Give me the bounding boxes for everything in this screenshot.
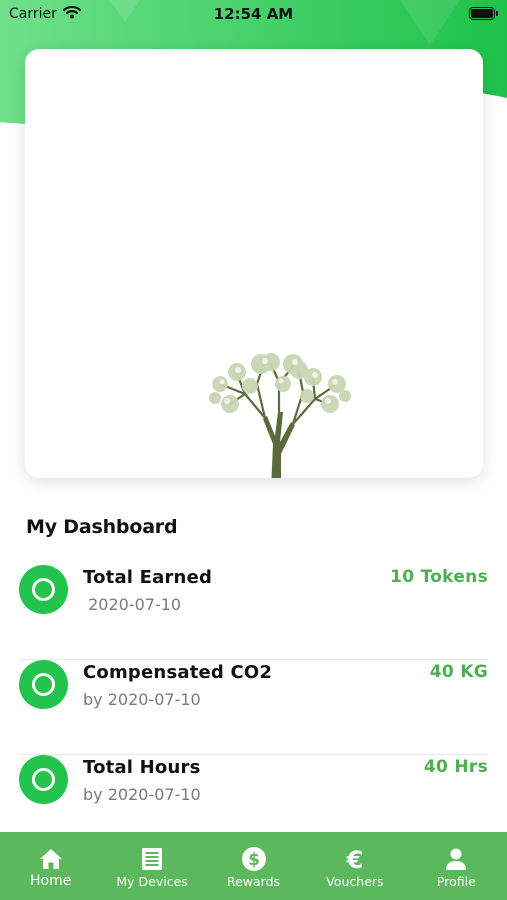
stat-label: Total Earned xyxy=(83,567,213,588)
stat-label: Compensated CO2 xyxy=(83,662,273,683)
dashboard-title: My Dashboard xyxy=(26,516,178,538)
euro-icon: € xyxy=(346,846,364,872)
stat-row-total-earned[interactable]: Total Earned 2020-07-10 10 Tokens xyxy=(19,565,488,660)
tab-label: Vouchers xyxy=(326,874,384,889)
ring-icon xyxy=(19,660,68,709)
tab-home[interactable]: Home xyxy=(0,832,101,900)
stat-value: 40 Hrs xyxy=(423,757,488,777)
tab-label: Profile xyxy=(436,874,476,889)
stat-row-compensated-co2[interactable]: Compensated CO2 by 2020-07-10 40 KG xyxy=(19,660,488,755)
battery-icon xyxy=(469,7,498,20)
devices-icon xyxy=(142,848,163,870)
svg-text:€: € xyxy=(346,846,364,872)
stat-value: 40 KG xyxy=(429,662,488,682)
stat-value: 10 Tokens xyxy=(390,567,488,587)
tab-label: Home xyxy=(30,873,72,889)
stat-label: Total Hours xyxy=(83,757,201,778)
tree-card xyxy=(25,49,483,478)
stat-date: by 2020-07-10 xyxy=(83,690,201,709)
clock: 12:54 AM xyxy=(213,5,294,23)
tab-rewards[interactable]: $ Rewards xyxy=(203,832,304,900)
tab-vouchers[interactable]: € Vouchers xyxy=(304,832,405,900)
dollar-icon: $ xyxy=(241,847,266,871)
tab-label: Rewards xyxy=(226,874,281,889)
stat-date: 2020-07-10 xyxy=(83,595,182,614)
svg-text:$: $ xyxy=(248,850,260,870)
tab-my-devices[interactable]: My Devices xyxy=(101,832,202,900)
person-icon xyxy=(446,848,467,870)
home-icon xyxy=(39,849,62,869)
ring-icon xyxy=(19,755,68,804)
tab-bar: Home My Devices $ Rewards € Vouchers Pro… xyxy=(0,832,507,900)
tree-illustration xyxy=(209,353,351,478)
tab-label: My Devices xyxy=(116,874,188,889)
ring-icon xyxy=(19,565,68,614)
tab-profile[interactable]: Profile xyxy=(406,832,507,900)
status-bar: Carrier 12:54 AM xyxy=(0,0,507,30)
stat-date: by 2020-07-10 xyxy=(83,785,201,804)
